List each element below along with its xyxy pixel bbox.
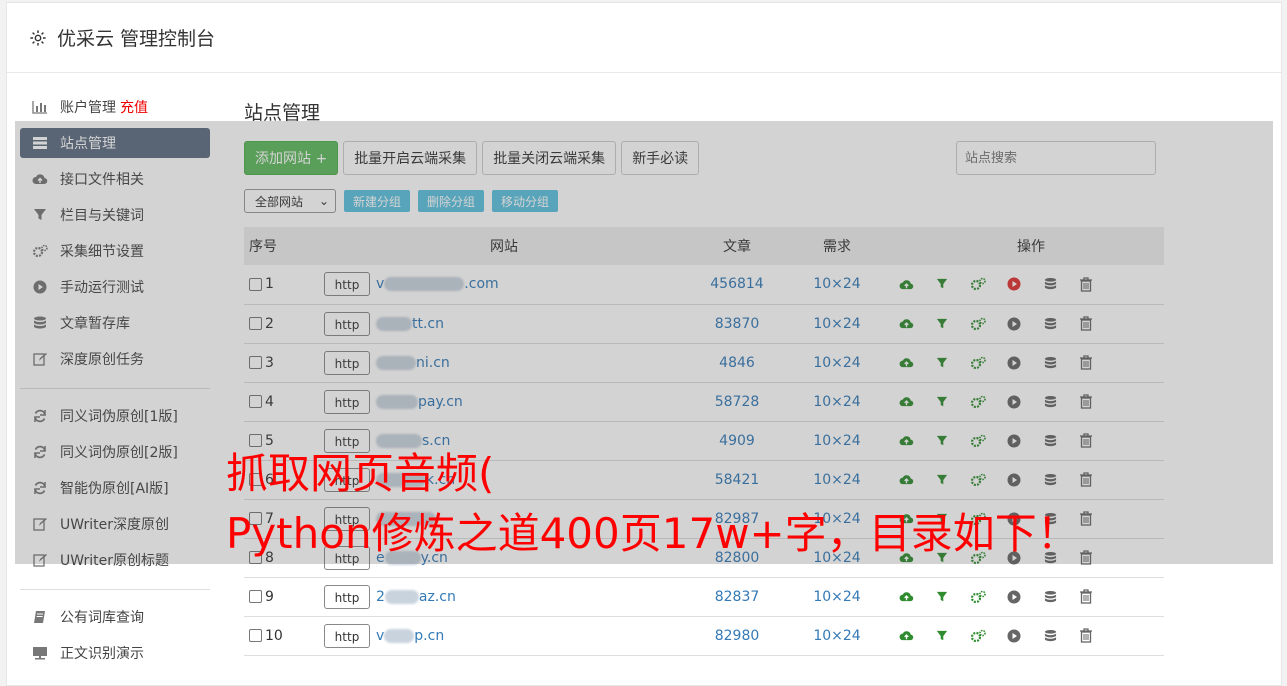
site-link[interactable]: v p.cn bbox=[376, 628, 444, 644]
row-actions bbox=[898, 628, 1164, 644]
row-number: 10 bbox=[265, 627, 283, 644]
play-icon[interactable] bbox=[1006, 589, 1022, 605]
upload-icon[interactable] bbox=[898, 628, 914, 644]
monitor-icon bbox=[31, 645, 49, 661]
sidebar-item-tools-1[interactable]: 正文识别演示 bbox=[20, 638, 210, 668]
sidebar-item-label: 公有词库查询 bbox=[60, 610, 144, 626]
upload-icon[interactable] bbox=[898, 589, 914, 605]
redacted-blur bbox=[384, 589, 419, 604]
row-number: 9 bbox=[265, 588, 274, 605]
site-suffix: az.cn bbox=[418, 588, 456, 605]
trash-icon[interactable] bbox=[1078, 628, 1094, 644]
site-link[interactable]: 2 az.cn bbox=[376, 589, 456, 605]
site-prefix: 2 bbox=[376, 588, 385, 605]
video-overlay bbox=[15, 121, 1273, 564]
play-icon[interactable] bbox=[1006, 628, 1022, 644]
site-prefix: v bbox=[376, 627, 385, 644]
overlay-caption-line1: 抓取网页音频( bbox=[226, 449, 495, 498]
book-icon bbox=[31, 609, 49, 625]
sidebar-item-label: 正文识别演示 bbox=[60, 646, 144, 662]
row-checkbox[interactable] bbox=[249, 629, 262, 642]
row-actions bbox=[898, 589, 1164, 605]
trash-icon[interactable] bbox=[1078, 589, 1094, 605]
redacted-blur bbox=[384, 628, 415, 643]
gear-icon bbox=[30, 29, 46, 46]
article-count[interactable]: 82980 bbox=[688, 616, 786, 656]
requirement[interactable]: 10×24 bbox=[786, 577, 888, 617]
filter-icon[interactable] bbox=[934, 628, 950, 644]
sidebar-divider bbox=[20, 589, 210, 590]
bar-chart-icon bbox=[31, 99, 49, 115]
protocol-badge: http bbox=[324, 623, 370, 648]
site-suffix: p.cn bbox=[414, 627, 445, 644]
table-row: 10 http v p.cn 82980 10×24 bbox=[244, 616, 1164, 656]
recharge-link[interactable]: 充值 bbox=[120, 97, 148, 117]
row-checkbox[interactable] bbox=[249, 590, 262, 603]
sidebar-item-tools-0[interactable]: 公有词库查询 bbox=[20, 602, 210, 632]
article-count[interactable]: 82837 bbox=[688, 577, 786, 617]
sidebar-item-label: 账户管理 bbox=[60, 100, 116, 116]
sidebar-item-main-0[interactable]: 账户管理 充值 bbox=[20, 92, 210, 122]
database-icon[interactable] bbox=[1042, 589, 1058, 605]
header: 优采云 管理控制台 bbox=[7, 3, 1281, 73]
app-title: 优采云 管理控制台 bbox=[57, 28, 216, 50]
protocol-badge: http bbox=[324, 584, 370, 609]
overlay-caption-line2: Python修炼之道400页17w+字，目录如下！ bbox=[226, 509, 1079, 558]
cogs-icon[interactable] bbox=[970, 628, 986, 644]
database-icon[interactable] bbox=[1042, 628, 1058, 644]
cogs-icon[interactable] bbox=[970, 589, 986, 605]
table-row: 9 http 2 az.cn 82837 10×24 bbox=[244, 577, 1164, 617]
requirement[interactable]: 10×24 bbox=[786, 616, 888, 656]
filter-icon[interactable] bbox=[934, 589, 950, 605]
